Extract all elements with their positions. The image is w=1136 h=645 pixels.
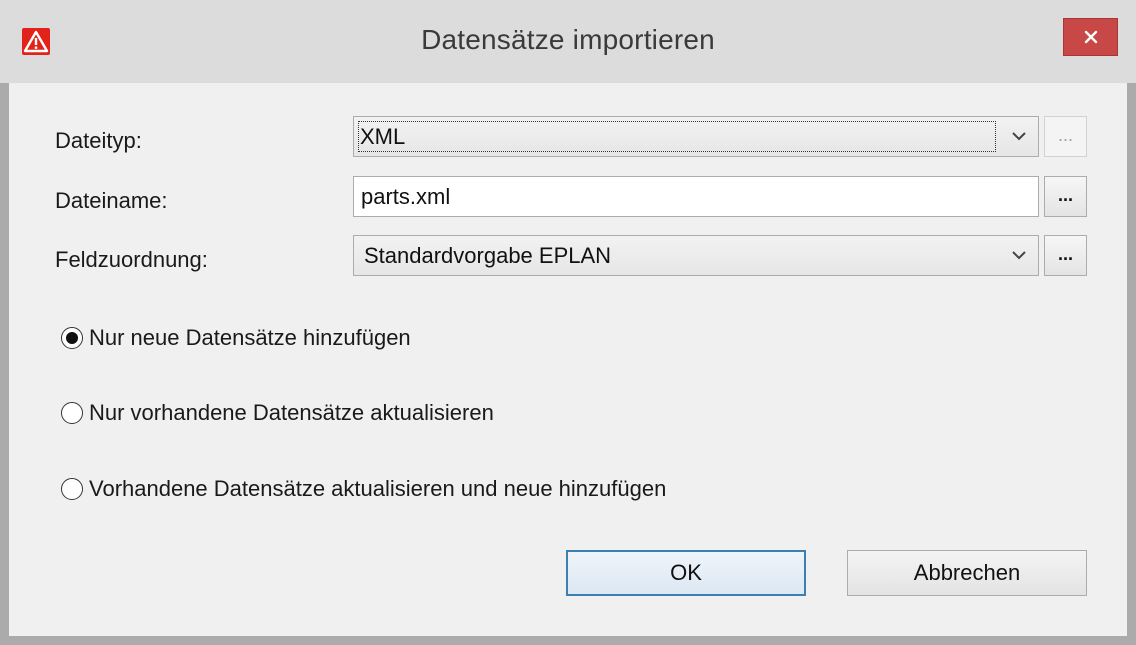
mapping-value: Standardvorgabe EPLAN: [364, 242, 612, 268]
title-bar[interactable]: Datensätze importieren: [0, 0, 1136, 83]
radio-option-add-new[interactable]: Nur neue Datensätze hinzufügen: [61, 323, 411, 353]
ok-button[interactable]: OK: [566, 550, 806, 596]
cancel-button[interactable]: Abbrechen: [847, 550, 1087, 596]
radio-button[interactable]: [61, 478, 83, 500]
dialog-content: Dateityp: XML ... Dateiname: ... Feldzuo…: [9, 83, 1127, 636]
mapping-label: Feldzuordnung:: [55, 247, 208, 272]
filename-label: Dateiname:: [55, 188, 168, 213]
filename-browse-button[interactable]: ...: [1044, 176, 1087, 217]
radio-label: Nur vorhandene Datensätze aktualisieren: [89, 400, 494, 425]
filename-input[interactable]: [354, 177, 1038, 216]
radio-button[interactable]: [61, 402, 83, 424]
mapping-combobox[interactable]: Standardvorgabe EPLAN: [353, 235, 1039, 276]
radio-option-update-existing[interactable]: Nur vorhandene Datensätze aktualisieren: [61, 398, 494, 428]
filetype-combobox[interactable]: XML: [353, 116, 1039, 157]
close-button[interactable]: [1063, 18, 1118, 56]
close-icon: [1084, 30, 1097, 44]
filename-field[interactable]: [353, 176, 1039, 217]
focus-indicator: [358, 121, 996, 152]
filetype-browse-button[interactable]: ...: [1044, 116, 1087, 157]
filetype-label: Dateityp:: [55, 128, 142, 153]
chevron-down-icon: [1012, 251, 1026, 260]
chevron-down-icon: [1012, 132, 1026, 141]
mapping-browse-button[interactable]: ...: [1044, 235, 1087, 276]
window-title: Datensätze importieren: [421, 24, 715, 55]
radio-label: Vorhandene Datensätze aktualisieren und …: [89, 476, 667, 501]
filetype-value: XML: [360, 123, 406, 149]
radio-label: Nur neue Datensätze hinzufügen: [89, 325, 411, 350]
radio-button[interactable]: [61, 327, 83, 349]
radio-selected-dot: [66, 332, 78, 344]
radio-option-update-and-add[interactable]: Vorhandene Datensätze aktualisieren und …: [61, 474, 666, 504]
import-dialog: Datensätze importieren Dateityp: XML ...…: [0, 0, 1136, 645]
